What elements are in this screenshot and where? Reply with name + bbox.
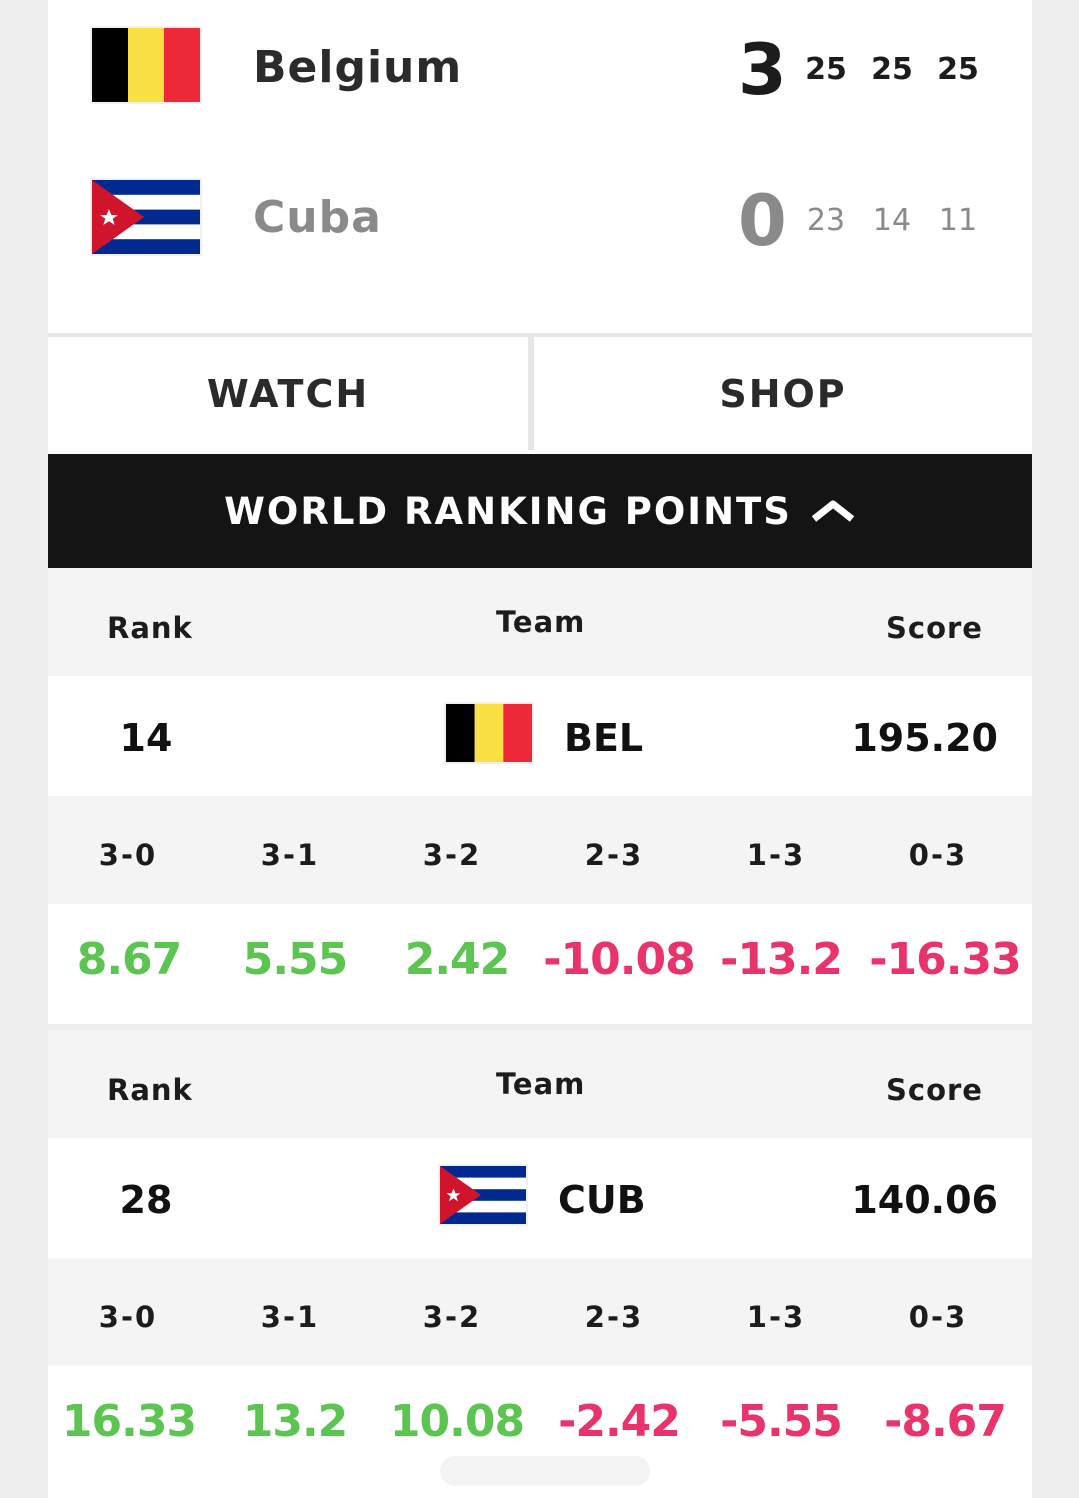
away-set-3-score: 11 bbox=[938, 203, 978, 238]
points-value: 8.67 bbox=[76, 934, 183, 985]
home-set-1-score: 25 bbox=[805, 52, 847, 87]
match-team-row-home: Belgium 3 25 25 25 bbox=[48, 0, 1032, 150]
away-set-2-score: 14 bbox=[872, 203, 912, 238]
home-indicator[interactable] bbox=[440, 1456, 650, 1486]
ranking-score-value: 195.20 bbox=[851, 716, 998, 760]
points-value: 2.42 bbox=[404, 934, 511, 985]
points-value: -10.08 bbox=[543, 934, 695, 985]
points-value: 13.2 bbox=[242, 1396, 349, 1447]
outcome-label: 3-2 bbox=[422, 1300, 482, 1334]
team-column-header: Team bbox=[496, 605, 586, 639]
belgium-flag bbox=[444, 702, 534, 764]
match-team-row-away: Cuba 0 23 14 11 bbox=[48, 150, 1032, 300]
outcome-label: 3-0 bbox=[98, 1300, 158, 1334]
outcome-label: 2-3 bbox=[584, 838, 644, 872]
home-set-2-score: 25 bbox=[871, 52, 913, 87]
outcome-label: 1-3 bbox=[746, 1300, 806, 1334]
outcome-label: 1-3 bbox=[746, 838, 806, 872]
home-set-3-score: 25 bbox=[937, 52, 979, 87]
rank-value: 28 bbox=[119, 1178, 173, 1222]
ranking-team-row: 28 CUB 140.06 bbox=[48, 1138, 1032, 1258]
rank-column-header: Rank bbox=[107, 611, 193, 645]
points-value: -8.67 bbox=[884, 1396, 1007, 1447]
shop-button[interactable]: SHOP bbox=[534, 337, 1032, 450]
cuba-flag bbox=[438, 1164, 528, 1226]
outcome-label: 3-1 bbox=[260, 1300, 320, 1334]
watch-button[interactable]: WATCH bbox=[48, 337, 528, 450]
points-value: -5.55 bbox=[720, 1396, 843, 1447]
points-value: -13.2 bbox=[720, 934, 843, 985]
ranking-score-value: 140.06 bbox=[851, 1178, 998, 1222]
outcome-header-row: 3-0 3-1 3-2 2-3 1-3 0-3 bbox=[48, 1258, 1032, 1366]
belgium-flag bbox=[90, 26, 202, 104]
ranking-header-row: Rank Team Score bbox=[48, 1030, 1032, 1138]
ranking-block-cub: Rank Team Score 28 CUB 140.06 3-0 3-1 3-… bbox=[48, 1030, 1032, 1492]
ranking-header-row: Rank Team Score bbox=[48, 568, 1032, 676]
match-card: Belgium 3 25 25 25 Cuba 0 23 14 11 WATCH… bbox=[48, 0, 1032, 1498]
outcome-label: 3-0 bbox=[98, 838, 158, 872]
points-row: 8.67 5.55 2.42 -10.08 -13.2 -16.33 bbox=[48, 904, 1032, 1024]
points-value: -16.33 bbox=[869, 934, 1021, 985]
outcome-label: 0-3 bbox=[908, 1300, 968, 1334]
team-code: CUB bbox=[558, 1178, 646, 1222]
outcome-header-row: 3-0 3-1 3-2 2-3 1-3 0-3 bbox=[48, 796, 1032, 904]
points-value: -2.42 bbox=[558, 1396, 681, 1447]
team-code: BEL bbox=[564, 716, 644, 760]
away-set-1-score: 23 bbox=[806, 203, 846, 238]
points-value: 5.55 bbox=[242, 934, 349, 985]
home-team-name: Belgium bbox=[253, 42, 463, 93]
away-team-name: Cuba bbox=[253, 192, 382, 243]
score-column-header: Score bbox=[886, 1073, 983, 1107]
world-ranking-toggle[interactable]: WORLD RANKING POINTS bbox=[48, 454, 1032, 568]
away-sets-won: 0 bbox=[738, 180, 787, 262]
action-bar: WATCH SHOP bbox=[48, 333, 1032, 450]
outcome-label: 3-1 bbox=[260, 838, 320, 872]
outcome-label: 3-2 bbox=[422, 838, 482, 872]
ranking-team-row: 14 BEL 195.20 bbox=[48, 676, 1032, 796]
points-value: 16.33 bbox=[61, 1396, 197, 1447]
ranking-block-bel: Rank Team Score 14 BEL 195.20 3-0 3-1 3-… bbox=[48, 568, 1032, 1030]
rank-value: 14 bbox=[119, 716, 173, 760]
points-value: 10.08 bbox=[389, 1396, 525, 1447]
cuba-flag bbox=[90, 178, 202, 256]
outcome-label: 0-3 bbox=[908, 838, 968, 872]
score-column-header: Score bbox=[886, 611, 983, 645]
team-column-header: Team bbox=[496, 1067, 586, 1101]
chevron-up-icon bbox=[811, 500, 855, 522]
outcome-label: 2-3 bbox=[584, 1300, 644, 1334]
world-ranking-title: WORLD RANKING POINTS bbox=[224, 489, 792, 533]
home-sets-won: 3 bbox=[738, 29, 787, 111]
rank-column-header: Rank bbox=[107, 1073, 193, 1107]
